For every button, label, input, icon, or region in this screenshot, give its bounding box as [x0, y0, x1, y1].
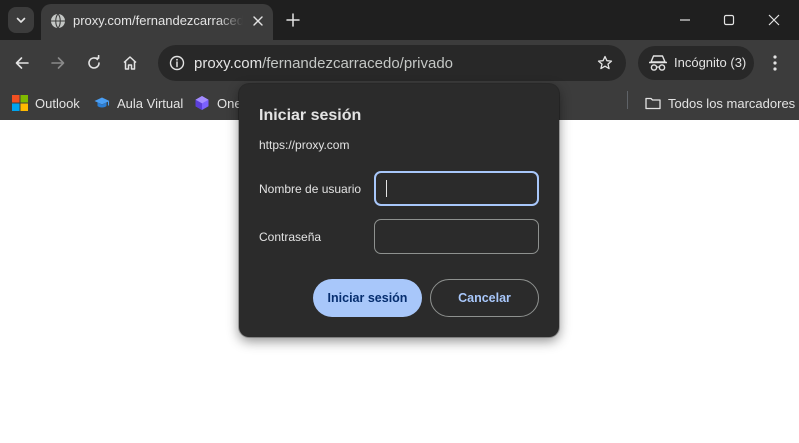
url-host: proxy.com	[194, 55, 263, 72]
browser-menu-button[interactable]	[764, 50, 786, 76]
username-label: Nombre de usuario	[259, 182, 362, 196]
text-caret	[386, 180, 387, 197]
back-button[interactable]	[9, 50, 35, 76]
all-bookmarks-button[interactable]: Todos los marcadores	[645, 92, 795, 114]
site-info-button[interactable]	[164, 50, 190, 76]
star-icon	[597, 55, 613, 70]
chevron-down-icon	[16, 17, 26, 23]
forward-button[interactable]	[45, 50, 71, 76]
window-close-button[interactable]	[761, 8, 787, 32]
reload-icon	[88, 55, 100, 69]
maximize-icon	[723, 14, 735, 26]
bookmark-star-button[interactable]	[594, 52, 616, 74]
microsoft-logo-icon	[12, 95, 28, 111]
bookmark-label: Aula Virtual	[117, 95, 184, 111]
password-field[interactable]	[374, 219, 539, 254]
browser-toolbar: proxy.com/fernandezcarracedo/privado Inc…	[0, 40, 799, 86]
url-path: /fernandezcarracedo/privado	[262, 55, 454, 72]
minimize-button[interactable]	[672, 8, 698, 32]
arrow-right-icon	[51, 57, 65, 69]
plus-icon	[286, 13, 300, 27]
reload-button[interactable]	[81, 50, 107, 76]
bookmark-label: Outlook	[35, 95, 80, 111]
onenote-icon	[194, 95, 210, 111]
globe-icon	[51, 13, 65, 29]
new-tab-button[interactable]	[282, 9, 304, 31]
cancel-button[interactable]: Cancelar	[430, 279, 539, 317]
incognito-icon	[649, 55, 667, 71]
url-text: proxy.com/fernandezcarracedo/privado	[194, 55, 453, 72]
all-bookmarks-label: Todos los marcadores	[668, 95, 796, 111]
bookmark-outlook[interactable]: Outlook	[12, 92, 80, 114]
minimize-icon	[680, 19, 690, 21]
info-icon	[169, 55, 185, 71]
more-vert-icon	[773, 55, 777, 71]
close-icon	[768, 14, 780, 26]
username-field[interactable]	[374, 171, 539, 206]
address-bar[interactable]: proxy.com/fernandezcarracedo/privado	[158, 45, 626, 81]
home-button[interactable]	[117, 50, 143, 76]
bookmark-label: One	[217, 95, 242, 111]
incognito-indicator[interactable]: Incógnito (3)	[638, 46, 754, 80]
bookmarks-divider	[627, 91, 628, 109]
maximize-button[interactable]	[716, 8, 742, 32]
dialog-origin: https://proxy.com	[259, 138, 350, 152]
close-icon	[253, 16, 263, 26]
arrow-left-icon	[15, 57, 29, 69]
active-tab[interactable]: proxy.com/fernandezcarracedo/privado	[41, 4, 273, 40]
tab-close-button[interactable]	[249, 12, 267, 30]
bookmark-one[interactable]: One	[194, 92, 242, 114]
sign-in-button[interactable]: Iniciar sesión	[313, 279, 422, 317]
home-icon	[123, 56, 137, 70]
dialog-title: Iniciar sesión	[259, 107, 362, 124]
password-label: Contraseña	[259, 230, 322, 244]
tab-strip: proxy.com/fernandezcarracedo/privado	[0, 0, 799, 40]
http-auth-dialog: Iniciar sesión https://proxy.com Nombre …	[239, 84, 559, 337]
incognito-label: Incógnito (3)	[674, 55, 747, 70]
folder-icon	[645, 95, 661, 111]
bookmark-aula-virtual[interactable]: Aula Virtual	[94, 92, 183, 114]
tab-search-button[interactable]	[8, 7, 34, 33]
graduation-cap-icon	[94, 95, 110, 111]
tab-title: proxy.com/fernandezcarracedo/privado	[73, 13, 243, 28]
